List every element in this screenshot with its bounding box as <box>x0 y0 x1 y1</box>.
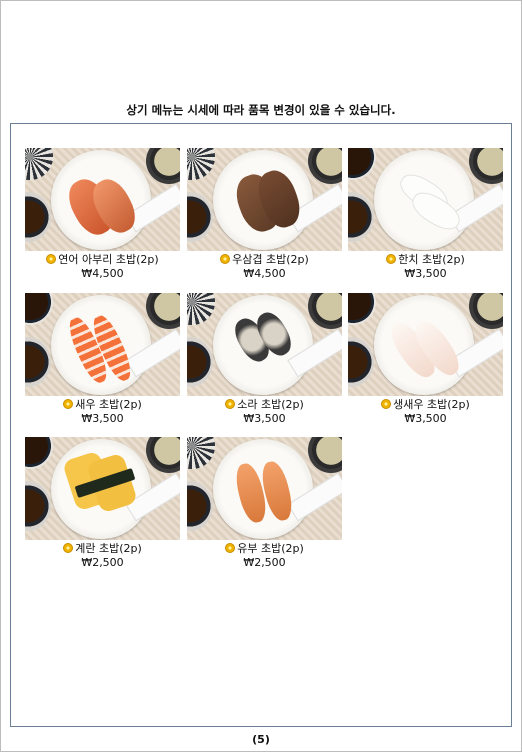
item-price: ₩3,500 <box>404 412 447 425</box>
bullet-icon <box>220 254 231 264</box>
bullet-icon <box>381 399 392 409</box>
bullet-icon <box>386 254 397 264</box>
item-name: 우삼겹 초밥(2p) <box>232 253 309 266</box>
sushi-photo <box>187 148 342 251</box>
item-name: 연어 아부리 초밥(2p) <box>58 253 159 266</box>
menu-item: 유부 초밥(2p) ₩2,500 <box>187 437 342 569</box>
sushi-photo <box>348 148 503 251</box>
item-name: 새우 초밥(2p) <box>75 398 142 411</box>
bullet-icon <box>225 543 236 553</box>
item-name: 생새우 초밥(2p) <box>393 398 470 411</box>
menu-notice: 상기 메뉴는 시세에 따라 품목 변경이 있을 수 있습니다. <box>126 103 396 117</box>
sushi-photo <box>25 293 180 396</box>
menu-item: 연어 아부리 초밥(2p) ₩4,500 <box>25 148 180 280</box>
bullet-icon <box>63 543 74 553</box>
sushi-photo <box>348 293 503 396</box>
menu-item: 소라 초밥(2p) ₩3,500 <box>187 293 342 425</box>
sushi-photo <box>187 293 342 396</box>
item-price: ₩4,500 <box>243 267 286 280</box>
item-price: ₩2,500 <box>81 556 124 569</box>
menu-item: 새우 초밥(2p) ₩3,500 <box>25 293 180 425</box>
item-price: ₩3,500 <box>404 267 447 280</box>
item-name: 유부 초밥(2p) <box>237 542 304 555</box>
bullet-icon <box>225 399 236 409</box>
item-price: ₩3,500 <box>81 412 124 425</box>
menu-item: 우삼겹 초밥(2p) ₩4,500 <box>187 148 342 280</box>
item-name: 한치 초밥(2p) <box>398 253 465 266</box>
item-price: ₩4,500 <box>81 267 124 280</box>
bullet-icon <box>63 399 74 409</box>
item-price: ₩2,500 <box>243 556 286 569</box>
item-name: 계란 초밥(2p) <box>75 542 142 555</box>
item-price: ₩3,500 <box>243 412 286 425</box>
menu-item: 계란 초밥(2p) ₩2,500 <box>25 437 180 569</box>
sushi-photo <box>25 437 180 540</box>
sushi-photo <box>25 148 180 251</box>
item-name: 소라 초밥(2p) <box>237 398 304 411</box>
sushi-photo <box>187 437 342 540</box>
menu-item: 한치 초밥(2p) ₩3,500 <box>348 148 503 280</box>
bullet-icon <box>46 254 57 264</box>
page-number: (5) <box>252 733 270 746</box>
menu-item: 생새우 초밥(2p) ₩3,500 <box>348 293 503 425</box>
